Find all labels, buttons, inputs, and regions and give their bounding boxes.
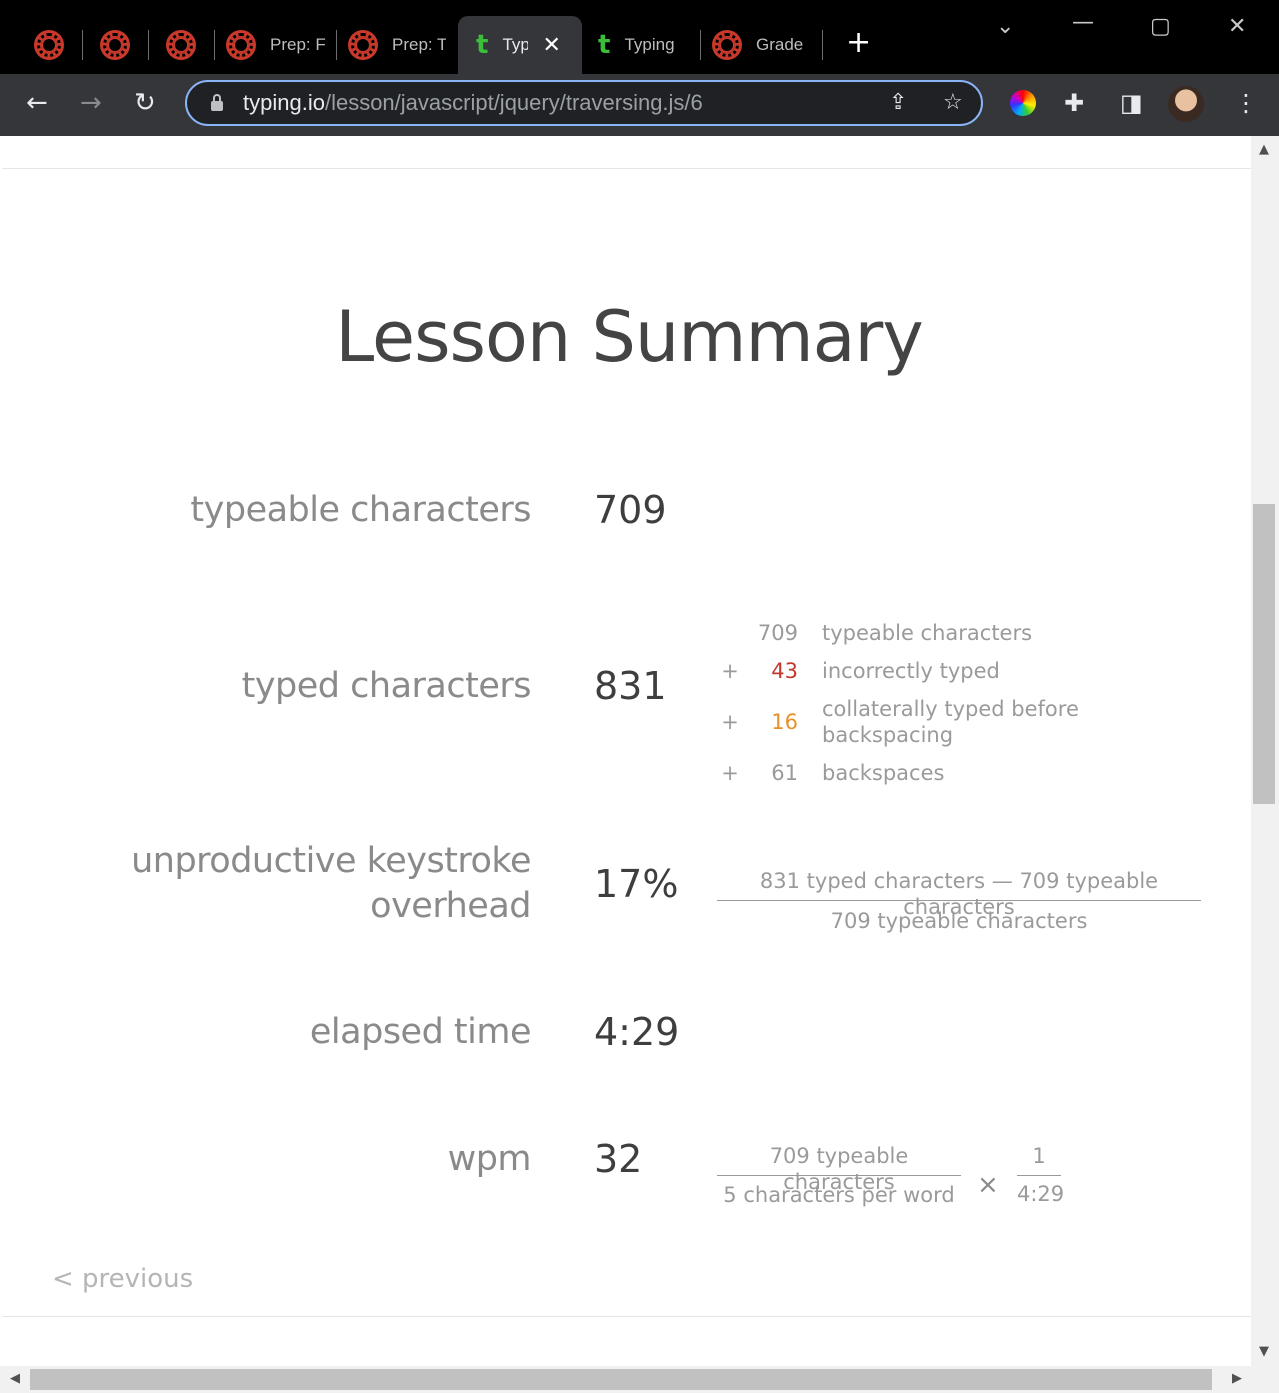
vertical-scroll-thumb[interactable]: [1253, 504, 1275, 804]
typed-characters-value: 831: [594, 664, 667, 708]
canvas-icon: [226, 30, 256, 60]
page-title: Lesson Summary: [335, 296, 924, 378]
breakdown-number: 16: [771, 710, 798, 734]
menu-kebab-icon[interactable]: ⋮: [1234, 88, 1258, 118]
tab-separator: [822, 30, 823, 60]
canvas-icon: [34, 30, 64, 60]
url-host: typing.io: [243, 90, 325, 115]
typed-characters-label: typed characters: [241, 666, 532, 706]
tab-label: Grade: [756, 35, 804, 54]
tab-canvas-2[interactable]: [100, 16, 134, 74]
tab-separator: [148, 30, 149, 60]
tab-label: Typing: [624, 35, 675, 54]
breakdown-number: 709: [757, 621, 798, 645]
fraction-bar: [1017, 1175, 1061, 1176]
divider: [2, 168, 1251, 169]
tab-prep-t[interactable]: Prep: T: [348, 16, 446, 74]
maximize-icon[interactable]: ▢: [1150, 14, 1171, 39]
breakdown-label: typeable characters: [822, 621, 1033, 645]
scroll-down-arrow-icon[interactable]: ▼: [1259, 1344, 1269, 1359]
new-tab-button[interactable]: +: [846, 28, 871, 58]
previous-lesson-link[interactable]: < previous: [52, 1264, 193, 1294]
address-bar[interactable]: typing.io/lesson/javascript/jquery/trave…: [185, 80, 983, 126]
horizontal-scrollbar[interactable]: ◀ ▶: [0, 1366, 1279, 1393]
minimize-icon[interactable]: —: [1072, 10, 1094, 35]
tab-label: Prep: F: [270, 35, 326, 54]
forward-arrow-icon[interactable]: →: [80, 88, 102, 118]
url-text[interactable]: typing.io/lesson/javascript/jquery/trave…: [243, 90, 703, 116]
tab-grades[interactable]: Grade: [712, 16, 810, 74]
elapsed-time-label: elapsed time: [309, 1012, 532, 1052]
plus-sign: +: [721, 659, 739, 683]
reload-icon[interactable]: ↻: [134, 88, 156, 118]
scroll-right-arrow-icon[interactable]: ▶: [1232, 1371, 1242, 1386]
overhead-value: 17%: [594, 862, 679, 906]
color-picker-extension-icon[interactable]: [1010, 90, 1036, 116]
formula-denominator: 5 characters per word: [723, 1183, 955, 1207]
breakdown-label: incorrectly typed: [822, 659, 1000, 683]
scroll-left-arrow-icon[interactable]: ◀: [10, 1371, 20, 1386]
divider: [2, 1316, 1251, 1317]
canvas-icon: [166, 30, 196, 60]
typing-icon: t: [598, 30, 611, 60]
canvas-icon: [712, 30, 742, 60]
lock-icon[interactable]: [211, 94, 223, 112]
canvas-icon: [348, 30, 378, 60]
typing-icon: t: [476, 30, 489, 60]
share-icon[interactable]: ⇪: [889, 90, 907, 115]
extensions-puzzle-icon[interactable]: ✚: [1064, 88, 1084, 118]
page-viewport: Lesson Summary typeable characters 709 t…: [2, 136, 1251, 1366]
wpm-value: 32: [594, 1137, 643, 1181]
tab-separator: [700, 30, 701, 60]
formula-denominator: 709 typeable characters: [830, 909, 1088, 933]
canvas-icon: [100, 30, 130, 60]
tab-separator: [336, 30, 337, 60]
bookmark-star-icon[interactable]: ☆: [943, 90, 963, 115]
close-window-icon[interactable]: ✕: [1228, 14, 1246, 39]
breakdown-number: 43: [771, 659, 798, 683]
wpm-label: wpm: [447, 1139, 532, 1179]
formula-denominator-2: 4:29: [1017, 1182, 1065, 1206]
horizontal-scroll-thumb[interactable]: [30, 1369, 1212, 1390]
fraction-bar: [717, 900, 1201, 901]
tab-canvas-3[interactable]: [166, 16, 200, 74]
side-panel-icon[interactable]: ◨: [1120, 88, 1143, 118]
formula-numerator-2: 1: [1032, 1144, 1046, 1168]
breakdown-label: collaterally typed before backspacing: [822, 697, 1079, 747]
elapsed-time-value: 4:29: [594, 1010, 680, 1054]
url-path: /lesson/javascript/jquery/traversing.js/…: [324, 90, 703, 115]
times-sign: ×: [977, 1170, 999, 1200]
overhead-label-line1: unproductive keystroke: [131, 841, 531, 881]
typeable-characters-label: typeable characters: [190, 490, 531, 530]
fraction-bar: [717, 1175, 961, 1176]
breakdown-label: backspaces: [822, 761, 945, 785]
tab-label: Typ: [502, 35, 529, 54]
tab-canvas-1[interactable]: [34, 16, 68, 74]
overhead-label-line2: overhead: [370, 886, 531, 926]
vertical-scrollbar[interactable]: ▲ ▼: [1251, 136, 1279, 1366]
tab-separator: [82, 30, 83, 60]
tab-separator: [214, 30, 215, 60]
typeable-characters-value: 709: [594, 488, 667, 532]
tab-search-chevron-icon[interactable]: ⌄: [996, 14, 1014, 39]
profile-avatar[interactable]: [1168, 86, 1204, 122]
tab-typing-active[interactable]: t Typ ✕: [458, 16, 582, 74]
close-tab-icon[interactable]: ✕: [542, 33, 560, 58]
plus-sign: +: [721, 710, 739, 734]
tab-typing[interactable]: t Typing: [598, 16, 690, 74]
tab-prep-f[interactable]: Prep: F: [226, 16, 326, 74]
plus-sign: +: [721, 761, 739, 785]
scroll-up-arrow-icon[interactable]: ▲: [1259, 142, 1269, 157]
back-arrow-icon[interactable]: ←: [26, 88, 48, 118]
tab-label: Prep: T: [392, 35, 446, 54]
breakdown-number: 61: [771, 761, 798, 785]
